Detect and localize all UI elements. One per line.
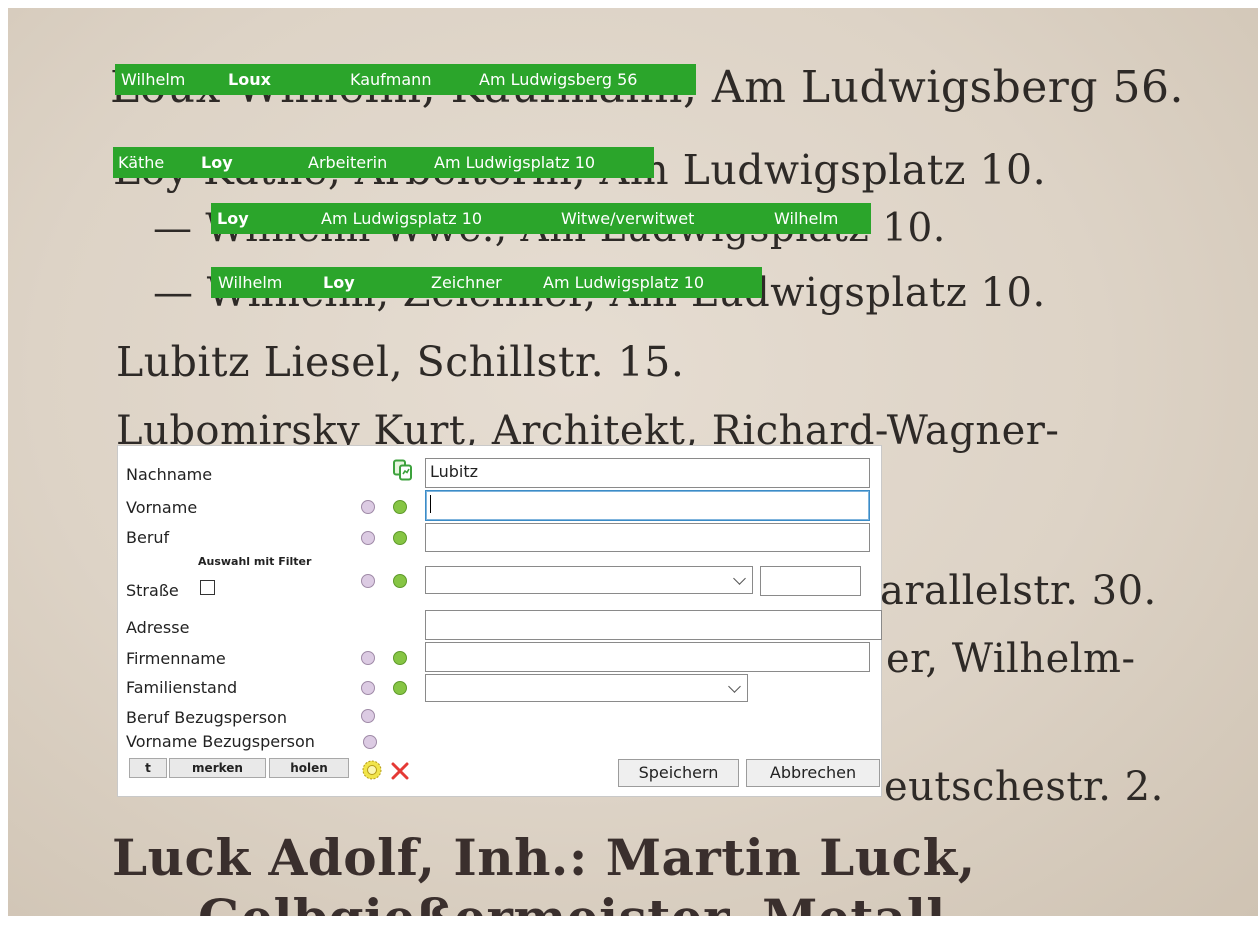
sun-gear-icon[interactable]	[361, 759, 383, 781]
holen-button[interactable]: holen	[269, 758, 349, 778]
beruf-input[interactable]	[425, 523, 870, 552]
strasse-label: Straße	[126, 581, 179, 600]
entry-highlight[interactable]: Wilhelm Loy Zeichner Am Ludwigsplatz 10	[211, 267, 762, 298]
vorname-input[interactable]	[425, 490, 870, 521]
vorname-label: Vorname	[126, 498, 198, 517]
highlight-adresse: Am Ludwigsplatz 10	[434, 153, 596, 172]
entry-highlight[interactable]: Wilhelm Loux Kaufmann Am Ludwigsberg 56	[115, 64, 696, 95]
highlight-beruf: Arbeiterin	[308, 153, 388, 172]
entry-highlight[interactable]: Käthe Loy Arbeiterin Am Ludwigsplatz 10	[113, 147, 654, 178]
vorname-green-toggle[interactable]	[393, 500, 407, 514]
familienstand-green-toggle[interactable]	[393, 681, 407, 695]
scan-line: Gelbgießermeister, Metall	[198, 888, 946, 916]
scan-line: Luck Adolf, Inh.: Martin Luck,	[112, 828, 976, 887]
highlight-nachname: Loux	[228, 70, 271, 89]
entry-highlight[interactable]: Loy Am Ludwigsplatz 10 Witwe/verwitwet W…	[211, 203, 871, 234]
nachname-input[interactable]: Lubitz	[425, 458, 870, 488]
beruf-label: Beruf	[126, 528, 170, 547]
scan-line: Lubitz Liesel, Schillstr. 15.	[116, 338, 685, 386]
strasse-purple-toggle[interactable]	[361, 574, 375, 588]
filter-checkbox[interactable]	[200, 580, 215, 595]
firmenname-green-toggle[interactable]	[393, 651, 407, 665]
highlight-nachname: Loy	[201, 153, 233, 172]
scan-line: arallelstr. 30.	[880, 568, 1157, 614]
highlight-nachname: Loy	[323, 273, 355, 292]
highlight-adresse: Am Ludwigsplatz 10	[321, 209, 483, 228]
chevron-down-icon	[733, 572, 746, 585]
highlight-vorname: Käthe	[118, 153, 165, 172]
copy-icon[interactable]	[392, 459, 414, 481]
highlight-beruf: Zeichner	[431, 273, 502, 292]
highlight-nachname: Loy	[217, 209, 249, 228]
t-button[interactable]: t	[129, 758, 167, 778]
highlight-adresse: Am Ludwigsberg 56	[479, 70, 638, 89]
familienstand-purple-toggle[interactable]	[361, 681, 375, 695]
abbrechen-button[interactable]: Abbrechen	[746, 759, 880, 787]
highlight-vorname-bezug: Wilhelm	[774, 209, 839, 228]
highlight-adresse: Am Ludwigsplatz 10	[543, 273, 705, 292]
vorname-bezugsperson-label: Vorname Bezugsperson	[126, 732, 315, 751]
merken-button[interactable]: merken	[169, 758, 266, 778]
familienstand-select[interactable]	[425, 674, 748, 702]
chevron-down-icon	[728, 680, 741, 693]
firmenname-purple-toggle[interactable]	[361, 651, 375, 665]
firmenname-input[interactable]	[425, 642, 870, 672]
highlight-familienstand: Witwe/verwitwet	[561, 209, 695, 228]
text-caret	[430, 495, 431, 513]
scan-line: eutschestr. 2.	[884, 764, 1164, 810]
beruf-green-toggle[interactable]	[393, 531, 407, 545]
familienstand-label: Familienstand	[126, 678, 238, 697]
hausnummer-input[interactable]	[760, 566, 861, 596]
beruf-purple-toggle[interactable]	[361, 531, 375, 545]
strasse-select[interactable]	[425, 566, 753, 594]
beruf-bezugsperson-purple-toggle[interactable]	[361, 709, 375, 723]
highlight-vorname: Wilhelm	[218, 273, 283, 292]
entry-form-dialog: Nachname Lubitz Vorname Beruf Auswahl mi…	[117, 445, 882, 797]
vorname-bezugsperson-purple-toggle[interactable]	[363, 735, 377, 749]
nachname-label: Nachname	[126, 465, 213, 484]
beruf-bezugsperson-label: Beruf Bezugsperson	[126, 708, 287, 727]
close-icon[interactable]	[390, 761, 410, 781]
adresse-label: Adresse	[126, 618, 190, 637]
filter-label: Auswahl mit Filter	[198, 555, 312, 568]
firmenname-label: Firmenname	[126, 649, 226, 668]
speichern-button[interactable]: Speichern	[618, 759, 739, 787]
highlight-beruf: Kaufmann	[350, 70, 432, 89]
scan-line: er, Wilhelm-	[886, 636, 1136, 682]
adresse-input[interactable]	[425, 610, 882, 640]
strasse-green-toggle[interactable]	[393, 574, 407, 588]
highlight-vorname: Wilhelm	[121, 70, 186, 89]
vorname-purple-toggle[interactable]	[361, 500, 375, 514]
